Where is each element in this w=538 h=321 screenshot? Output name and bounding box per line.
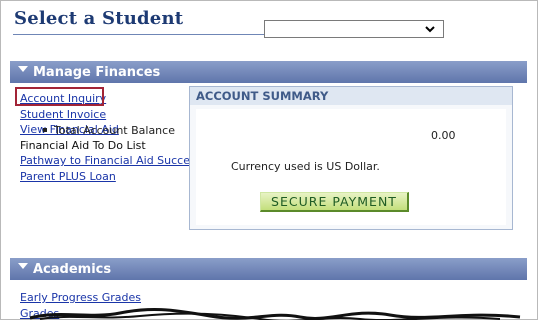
student-select[interactable] [264, 20, 444, 38]
parent-plus-loan-link[interactable]: Parent PLUS Loan [20, 169, 201, 185]
title-underline [13, 34, 265, 35]
currency-note: Currency used is US Dollar. [231, 160, 380, 173]
pathway-financial-aid-link[interactable]: Pathway to Financial Aid Success [20, 153, 201, 169]
student-invoice-link[interactable]: Student Invoice [20, 107, 201, 123]
highlight-box [15, 87, 104, 106]
manage-finances-header[interactable]: Manage Finances [10, 61, 527, 83]
account-summary-header: ACCOUNT SUMMARY [190, 87, 512, 105]
account-summary-title: ACCOUNT SUMMARY [196, 89, 328, 103]
financial-aid-todo-text: Financial Aid To Do List [20, 138, 201, 154]
total-balance-value: 0.00 [431, 129, 456, 142]
secure-payment-button[interactable]: SECURE PAYMENT [260, 192, 409, 212]
chevron-down-icon [425, 21, 435, 37]
section-expanded-triangle-icon [18, 64, 28, 74]
bullet-icon [43, 128, 47, 132]
page-title: Select a Student [14, 8, 183, 29]
manage-finances-title: Manage Finances [33, 65, 160, 80]
early-progress-grades-link[interactable]: Early Progress Grades [20, 290, 141, 306]
academics-title: Academics [33, 262, 111, 277]
section-expanded-triangle-icon [18, 261, 28, 271]
scribble-decoration [0, 305, 538, 320]
academics-header[interactable]: Academics [10, 258, 527, 280]
total-balance-label: Total Account Balance [54, 124, 175, 137]
